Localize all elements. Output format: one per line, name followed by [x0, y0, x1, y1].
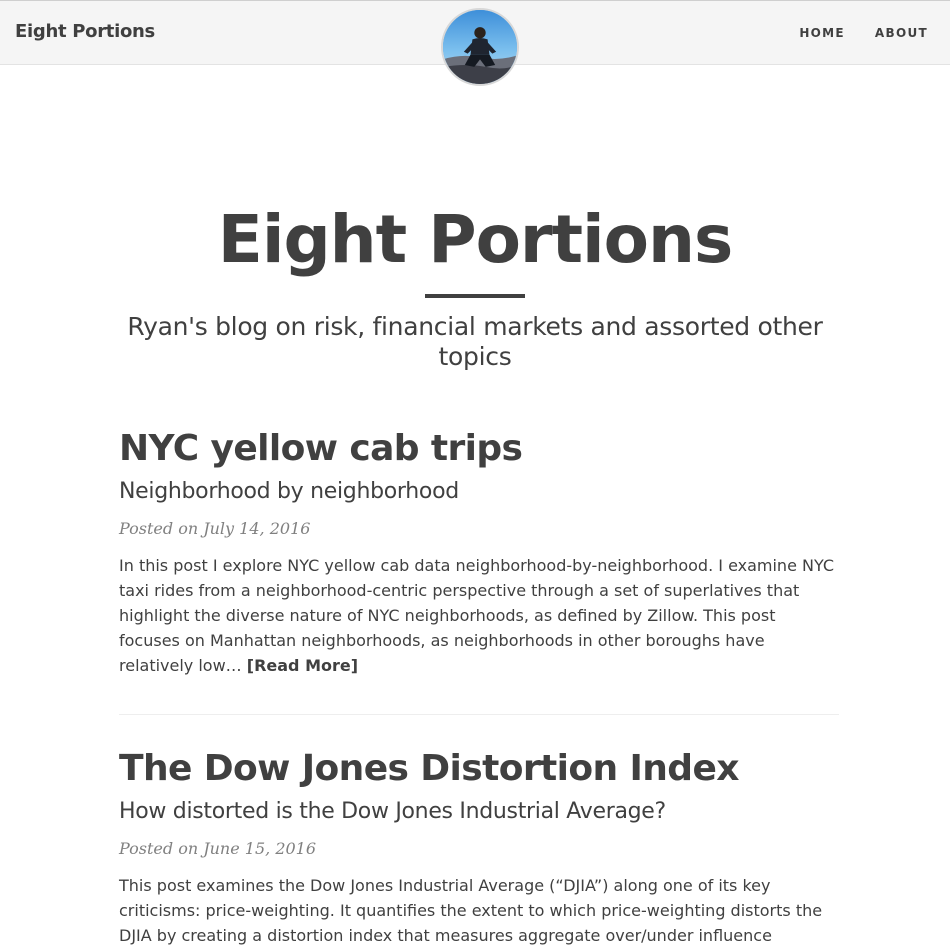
post-divider: [119, 714, 839, 715]
post-meta: Posted on July 14, 2016: [119, 519, 311, 538]
post-excerpt: In this post I explore NYC yellow cab da…: [119, 553, 839, 678]
nav-links: HOME ABOUT: [799, 26, 928, 40]
post-title-link[interactable]: The Dow Jones Distortion Index: [119, 745, 839, 793]
site-title: Eight Portions: [217, 201, 734, 278]
post-preview: NYC yellow cab trips Neighborhood by nei…: [119, 425, 839, 678]
post-excerpt-text: In this post I explore NYC yellow cab da…: [119, 556, 835, 675]
post-excerpt: This post examines the Dow Jones Industr…: [119, 876, 823, 945]
site-heading: Eight Portions Ryan's blog on risk, fina…: [0, 195, 950, 372]
post-title-link[interactable]: NYC yellow cab trips: [119, 425, 839, 473]
brand-link[interactable]: Eight Portions: [15, 21, 155, 42]
post-preview: The Dow Jones Distortion Index How disto…: [119, 745, 839, 948]
avatar-photo: [443, 10, 517, 84]
post-meta: Posted on June 15, 2016: [119, 839, 317, 858]
avatar[interactable]: [441, 8, 519, 86]
nav-link-about[interactable]: ABOUT: [875, 26, 928, 40]
title-rule: [425, 294, 525, 298]
post-subtitle: Neighborhood by neighborhood: [119, 479, 459, 504]
post-subtitle: How distorted is the Dow Jones Industria…: [119, 799, 666, 824]
site-subtitle: Ryan's blog on risk, financial markets a…: [127, 312, 823, 371]
post-list: NYC yellow cab trips Neighborhood by nei…: [119, 425, 839, 948]
read-more-link[interactable]: [Read More]: [247, 656, 358, 675]
nav-link-home[interactable]: HOME: [799, 26, 845, 40]
